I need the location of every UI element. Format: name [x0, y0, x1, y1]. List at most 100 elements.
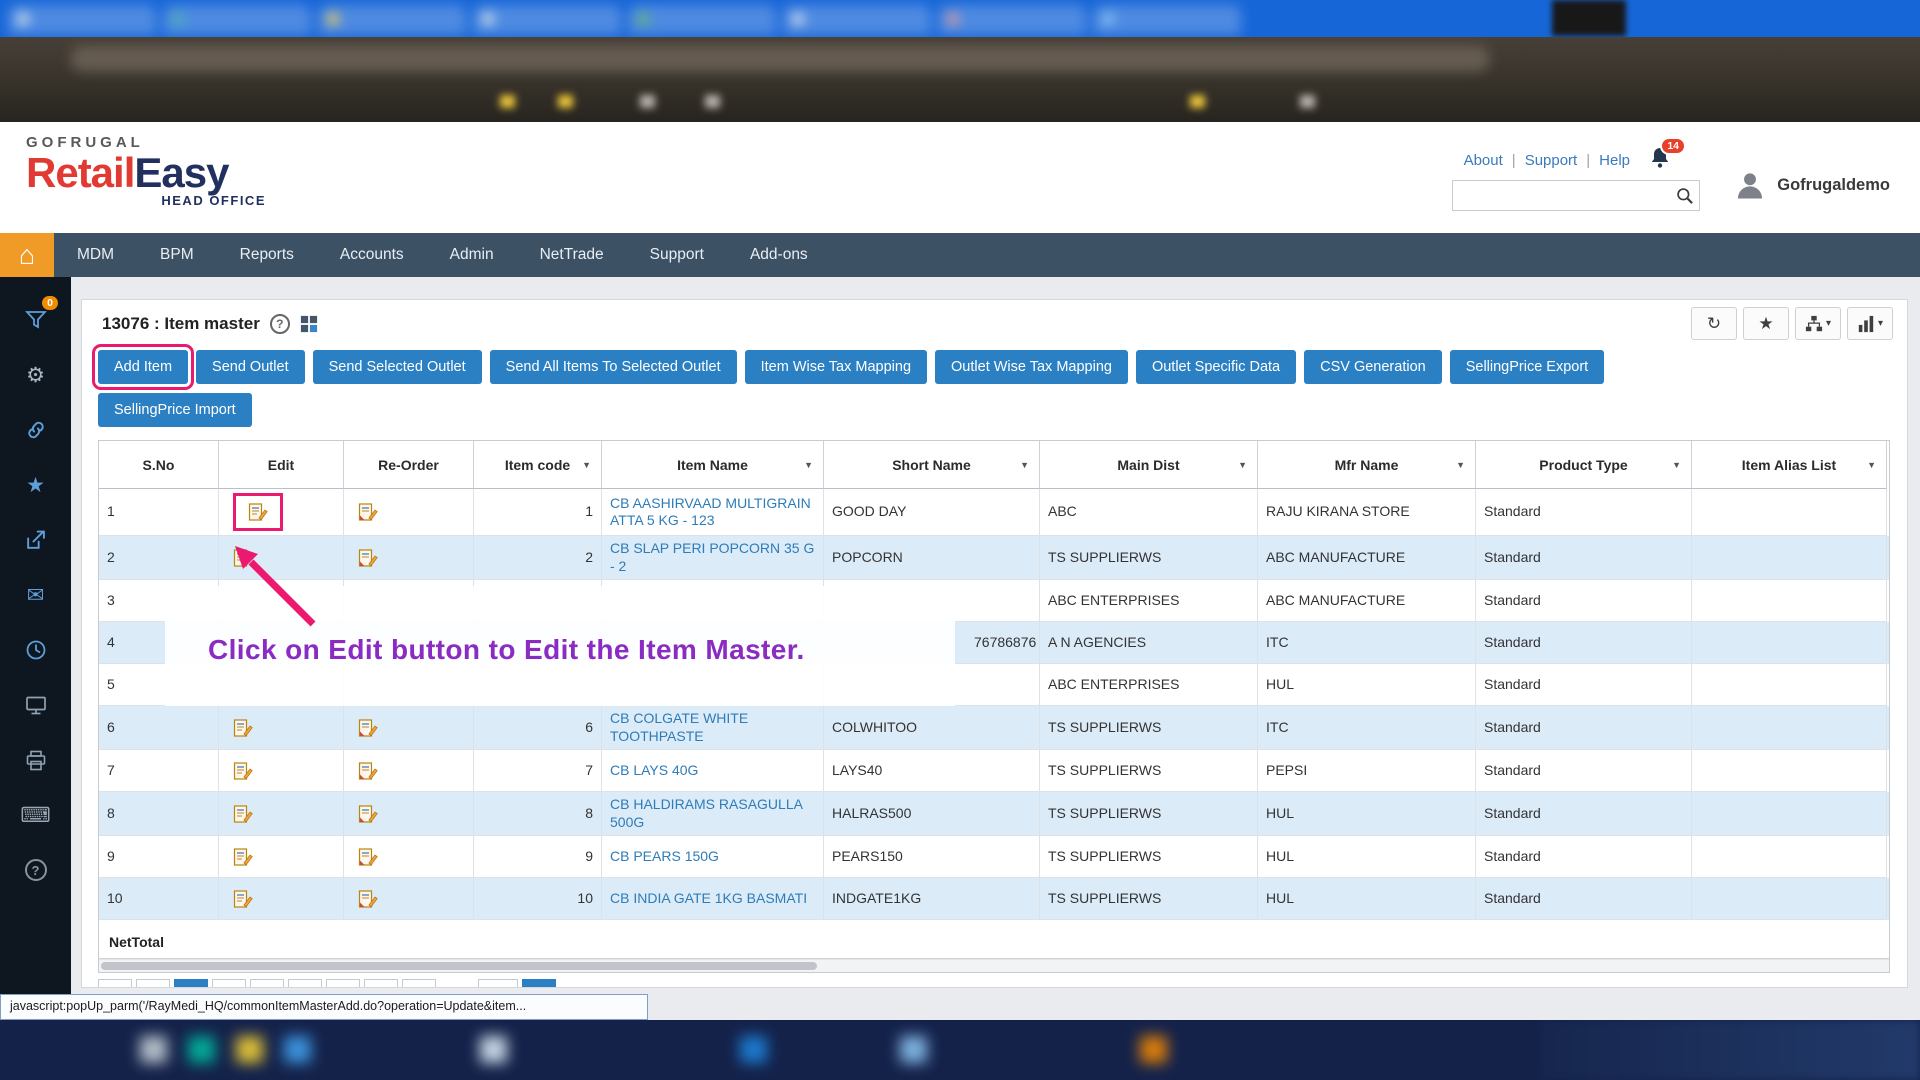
favorites-star-icon[interactable]: ★: [0, 468, 71, 502]
page-button-3[interactable]: 3: [250, 979, 284, 988]
edit-icon[interactable]: [233, 889, 253, 909]
reorder-icon[interactable]: [358, 502, 378, 522]
browser-tab[interactable]: [163, 5, 311, 35]
scrollbar-thumb[interactable]: [101, 962, 817, 970]
page-help-icon[interactable]: ?: [270, 314, 290, 334]
address-bar-blurred[interactable]: [70, 46, 1490, 72]
bookmark-icon[interactable]: [1190, 95, 1205, 108]
action-button-sellingprice-import[interactable]: SellingPrice Import: [98, 393, 252, 427]
sort-caret-icon[interactable]: ▼: [1020, 460, 1029, 470]
header-link-support[interactable]: Support: [1525, 152, 1578, 169]
column-header-short-name[interactable]: Short Name▼: [824, 441, 1040, 489]
bookmark-icon[interactable]: [558, 95, 573, 108]
page-button-[interactable]: »: [402, 979, 436, 988]
page-button-1[interactable]: 1: [174, 979, 208, 988]
item-name-link[interactable]: CB PEARS 150G: [610, 848, 719, 866]
nav-item-reports[interactable]: Reports: [217, 233, 317, 277]
sort-caret-icon[interactable]: ▼: [1238, 460, 1247, 470]
browser-tab[interactable]: [8, 5, 156, 35]
column-header-item-code[interactable]: Item code▼: [474, 441, 602, 489]
reorder-icon[interactable]: [358, 804, 378, 824]
help-icon[interactable]: ?: [0, 853, 71, 887]
reorder-icon[interactable]: [358, 847, 378, 867]
monitor-icon[interactable]: [0, 688, 71, 722]
sort-caret-icon[interactable]: ▼: [1867, 460, 1876, 470]
page-button-[interactable]: «: [98, 979, 132, 988]
action-button-outlet-wise-tax-mapping[interactable]: Outlet Wise Tax Mapping: [935, 350, 1128, 384]
edit-icon[interactable]: [233, 847, 253, 867]
edit-icon[interactable]: [233, 761, 253, 781]
browser-tab[interactable]: [473, 5, 621, 35]
page-button-5[interactable]: 5: [326, 979, 360, 988]
column-header-product-type[interactable]: Product Type▼: [1476, 441, 1692, 489]
column-header-item-name[interactable]: Item Name▼: [602, 441, 824, 489]
sort-caret-icon[interactable]: ▼: [1456, 460, 1465, 470]
refresh-button[interactable]: ↻: [1691, 307, 1737, 340]
edit-icon[interactable]: [233, 804, 253, 824]
item-name-link[interactable]: CB SLAP PERI POPCORN 35 G - 2: [610, 540, 815, 575]
browser-window-controls[interactable]: [1552, 0, 1626, 36]
nav-item-nettrade[interactable]: NetTrade: [517, 233, 627, 277]
taskbar-icon[interactable]: [140, 1036, 167, 1063]
printer-icon[interactable]: [0, 743, 71, 777]
page-jump-box[interactable]: [478, 979, 518, 988]
home-tab[interactable]: ⌂: [0, 233, 54, 277]
nav-item-accounts[interactable]: Accounts: [317, 233, 427, 277]
taskbar-icon[interactable]: [236, 1036, 263, 1063]
nav-item-bpm[interactable]: BPM: [137, 233, 217, 277]
sort-caret-icon[interactable]: ▼: [1672, 460, 1681, 470]
item-name-link[interactable]: CB HALDIRAMS RASAGULLA 500G: [610, 796, 815, 831]
action-button-send-selected-outlet[interactable]: Send Selected Outlet: [313, 350, 482, 384]
taskbar-icon[interactable]: [284, 1036, 311, 1063]
hierarchy-view-button[interactable]: ▾: [1795, 307, 1841, 340]
browser-tab[interactable]: [318, 5, 466, 35]
action-button-sellingprice-export[interactable]: SellingPrice Export: [1450, 350, 1605, 384]
page-size-selector[interactable]: 10: [522, 979, 556, 988]
reorder-icon[interactable]: [358, 718, 378, 738]
taskbar-icon[interactable]: [1140, 1036, 1167, 1063]
chart-view-button[interactable]: ▾: [1847, 307, 1893, 340]
browser-tab[interactable]: [628, 5, 776, 35]
page-button-2[interactable]: 2: [212, 979, 246, 988]
taskbar-icon[interactable]: [480, 1036, 507, 1063]
notification-bell-icon[interactable]: 14: [1648, 146, 1674, 172]
nav-item-admin[interactable]: Admin: [427, 233, 517, 277]
taskbar-icon[interactable]: [900, 1036, 927, 1063]
taskbar-icon[interactable]: [740, 1036, 767, 1063]
bookmark-icon[interactable]: [500, 95, 515, 108]
send-icon[interactable]: [0, 523, 71, 557]
item-name-link[interactable]: CB INDIA GATE 1KG BASMATI: [610, 890, 807, 908]
taskbar-icon[interactable]: [188, 1036, 215, 1063]
action-button-send-outlet[interactable]: Send Outlet: [196, 350, 305, 384]
header-link-about[interactable]: About: [1464, 152, 1503, 169]
page-button-[interactable]: ›: [364, 979, 398, 988]
item-name-link[interactable]: CB LAYS 40G: [610, 762, 698, 780]
nav-item-mdm[interactable]: MDM: [54, 233, 137, 277]
column-header-mfr-name[interactable]: Mfr Name▼: [1258, 441, 1476, 489]
sort-caret-icon[interactable]: ▼: [804, 460, 813, 470]
column-header-item-alias-list[interactable]: Item Alias List▼: [1692, 441, 1887, 489]
page-button-[interactable]: ‹: [136, 979, 170, 988]
nav-item-support[interactable]: Support: [627, 233, 727, 277]
user-menu[interactable]: Gofrugaldemo: [1733, 168, 1890, 202]
layout-grid-icon[interactable]: [300, 315, 318, 333]
edit-icon[interactable]: [233, 718, 253, 738]
edit-icon[interactable]: [233, 493, 283, 531]
mail-icon[interactable]: ✉: [0, 578, 71, 612]
browser-tab[interactable]: [783, 5, 931, 35]
action-button-send-all-items-to-selected-outlet[interactable]: Send All Items To Selected Outlet: [490, 350, 737, 384]
action-button-item-wise-tax-mapping[interactable]: Item Wise Tax Mapping: [745, 350, 927, 384]
bookmark-icon[interactable]: [1300, 95, 1315, 108]
bookmark-icon[interactable]: [705, 95, 720, 108]
browser-tab[interactable]: [938, 5, 1086, 35]
browser-tab[interactable]: [1093, 5, 1241, 35]
sort-caret-icon[interactable]: ▼: [582, 460, 591, 470]
favorite-button[interactable]: ★: [1743, 307, 1789, 340]
nav-item-add-ons[interactable]: Add-ons: [727, 233, 831, 277]
clock-icon[interactable]: [0, 633, 71, 667]
settings-gear-icon[interactable]: ⚙: [0, 358, 71, 392]
horizontal-scrollbar[interactable]: [99, 959, 1889, 972]
link-icon[interactable]: [0, 413, 71, 447]
column-header-main-dist[interactable]: Main Dist▼: [1040, 441, 1258, 489]
reorder-icon[interactable]: [358, 761, 378, 781]
